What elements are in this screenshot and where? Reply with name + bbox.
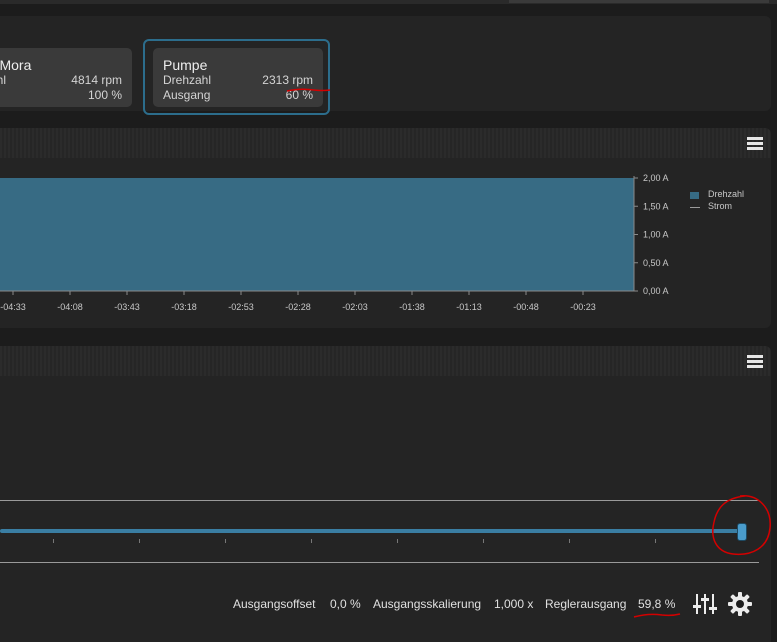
controller-menu-icon[interactable] [747,355,763,368]
x-tick-label: -01:38 [399,302,425,312]
slider-tick [483,539,484,543]
output-scaling-value: 1,000 x [494,597,534,611]
slider-lower-border [0,562,759,563]
y-tick-label: 1,50 A [643,201,669,211]
legend-label: Drehzahl [708,189,745,199]
y-tick-label: 2,00 A [643,173,669,183]
x-tick-label: -01:13 [456,302,482,312]
slider-tick [397,539,398,543]
output-offset-label: Ausgangsoffset [233,597,316,611]
x-tick-label: -02:28 [285,302,311,312]
output-slider-track[interactable] [0,529,740,533]
x-tick-label: -02:03 [342,302,368,312]
slider-tick [53,539,54,543]
chart-legend: Drehzahl Strom [690,189,744,213]
y-tick-label: 1,00 A [643,230,669,240]
legend-item-drehzahl[interactable]: Drehzahl [690,189,744,201]
output-offset-value: 0,0 % [330,597,361,611]
series-area-drehzahl [0,178,634,291]
controller-output-value: 59,8 % [638,597,676,611]
legend-swatch [690,192,699,199]
legend-line [690,207,700,208]
output-scaling-label: Ausgangsskalierung [373,597,482,611]
controller-output-label: Reglerausgang [545,597,627,611]
current-chart: 2,00 A 1,50 A 1,00 A 0,50 A 0,00 A -04:33 -04:… [0,173,669,312]
slider-tick [139,539,140,543]
y-tick-label: 0,00 A [643,286,669,296]
x-tick-label: -04:08 [57,302,83,312]
x-tick-label: -04:33 [0,302,26,312]
sliders-adjust-icon[interactable] [692,591,718,617]
output-slider-thumb[interactable] [737,523,747,541]
legend-label: Strom [708,201,733,211]
x-tick-label: -00:23 [570,302,596,312]
slider-tick [655,539,656,543]
legend-item-strom[interactable]: Strom [690,201,744,213]
slider-tick [569,539,570,543]
slider-tick [225,539,226,543]
x-tick-label: -00:48 [513,302,539,312]
settings-gear-icon[interactable] [727,591,753,617]
slider-tick [311,539,312,543]
x-tick-label: -02:53 [228,302,254,312]
panel-header-strip [0,346,771,376]
y-tick-label: 0,50 A [643,258,669,268]
x-tick-label: -03:18 [171,302,197,312]
slider-upper-border [0,500,759,501]
x-tick-label: -03:43 [114,302,140,312]
